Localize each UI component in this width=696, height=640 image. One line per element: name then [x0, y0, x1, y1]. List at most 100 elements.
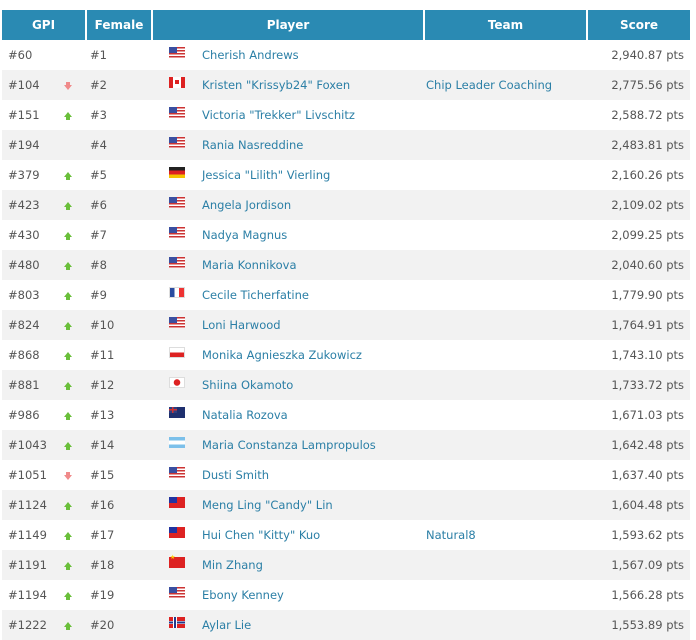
gpi-rank: #194 [2, 130, 64, 160]
player-link[interactable]: Monika Agnieszka Zukowicz [202, 340, 424, 370]
flag-ca-icon [169, 77, 185, 88]
trend-cell [64, 370, 86, 400]
gpi-rank: #1194 [8, 588, 47, 602]
flag-cell [152, 190, 202, 220]
player-link[interactable]: Kristen "Krissyb24" Foxen [202, 70, 424, 100]
trend-cell [64, 340, 86, 370]
flag-us-icon [169, 257, 185, 268]
team-link [424, 340, 587, 370]
player-link[interactable]: Jessica "Lilith" Vierling [202, 160, 424, 190]
trend-cell [64, 40, 86, 70]
header-female[interactable]: Female [85, 10, 152, 40]
table-row: #1149 #17 Hui Chen "Kitty" Kuo Natural8 1,59… [2, 520, 690, 550]
flag-cell [152, 550, 202, 580]
table-row: #881 #12 Shiina Okamoto 1,733.72 pts [2, 370, 690, 400]
gpi-rank: #379 [8, 168, 40, 182]
team-link [424, 250, 587, 280]
score: 1,733.72 pts [587, 370, 690, 400]
team-link [424, 550, 587, 580]
score: 2,040.60 pts [587, 250, 690, 280]
female-rank: #10 [86, 310, 152, 340]
team-link [424, 490, 587, 520]
header-gpi[interactable]: GPI [2, 10, 86, 40]
flag-de-icon [169, 167, 185, 178]
player-link[interactable]: Min Zhang [202, 550, 424, 580]
flag-cell [152, 580, 202, 610]
header-team[interactable]: Team [423, 10, 587, 40]
trend-up-icon [64, 112, 72, 120]
trend-cell [64, 490, 86, 520]
flag-cell [152, 130, 202, 160]
player-link[interactable]: Rania Nasreddine [202, 130, 424, 160]
trend-up-icon [64, 562, 72, 570]
team-link[interactable]: Chip Leader Coaching [424, 70, 587, 100]
player-link[interactable]: Loni Harwood [202, 310, 424, 340]
header-player[interactable]: Player [151, 10, 424, 40]
trend-cell [64, 100, 86, 130]
flag-cell [152, 520, 202, 550]
team-link [424, 40, 587, 70]
table-row: #60 #1 Cherish Andrews 2,940.87 pts [2, 40, 690, 70]
trend-up-icon [64, 172, 72, 180]
team-link [424, 610, 587, 640]
table-row: #1194 #19 Ebony Kenney 1,566.28 pts [2, 580, 690, 610]
player-link[interactable]: Maria Constanza Lampropulos [202, 430, 424, 460]
player-link[interactable]: Nadya Magnus [202, 220, 424, 250]
team-link [424, 280, 587, 310]
team-link [424, 130, 587, 160]
score: 2,775.56 pts [587, 70, 690, 100]
trend-cell [64, 310, 86, 340]
player-link[interactable]: Shiina Okamoto [202, 370, 424, 400]
flag-cell [152, 340, 202, 370]
gpi-rank: #480 [2, 250, 64, 280]
trend-cell [64, 130, 86, 160]
trend-up-icon [64, 502, 72, 510]
trend-up-icon [64, 382, 72, 390]
flag-ar-icon [169, 437, 185, 448]
team-link [424, 160, 587, 190]
trend-up-icon [64, 292, 72, 300]
table-row: #194 #4 Rania Nasreddine 2,483.81 pts [2, 130, 690, 160]
score: 1,637.40 pts [611, 468, 684, 482]
female-rank: #12 [86, 370, 152, 400]
score: 1,743.10 pts [611, 348, 684, 362]
team-link [424, 370, 587, 400]
player-link[interactable]: Natalia Rozova [202, 400, 424, 430]
player-link[interactable]: Hui Chen "Kitty" Kuo [202, 520, 424, 550]
player-link[interactable]: Maria Konnikova [202, 250, 424, 280]
gpi-rank: #1124 [2, 490, 64, 520]
team-link [424, 190, 587, 220]
table-row: #1191 #18 Min Zhang 1,567.09 pts [2, 550, 690, 580]
player-link[interactable]: Cherish Andrews [202, 40, 424, 70]
trend-cell [64, 580, 86, 610]
table-row: #803 #9 Cecile Ticherfatine 1,779.90 pts [2, 280, 690, 310]
player-link[interactable]: Meng Ling "Candy" Lin [202, 490, 424, 520]
gpi-rank: #868 [8, 348, 40, 362]
header-score[interactable]: Score [586, 10, 690, 40]
gpi-rank: #430 [8, 228, 40, 242]
flag-us-icon [169, 197, 185, 208]
team-link[interactable]: Natural8 [424, 520, 587, 550]
team-link [424, 460, 587, 490]
table-row: #423 #6 Angela Jordison 2,109.02 pts [2, 190, 690, 220]
flag-us-icon [169, 317, 185, 328]
flag-cell [152, 100, 202, 130]
player-link[interactable]: Cecile Ticherfatine [202, 280, 424, 310]
female-rank: #14 [86, 430, 152, 460]
trend-cell [64, 280, 86, 310]
player-link[interactable]: Aylar Lie [202, 610, 424, 640]
player-link[interactable]: Ebony Kenney [202, 580, 424, 610]
trend-cell [64, 190, 86, 220]
table-row: #430 #7 Nadya Magnus 2,099.25 pts [2, 220, 690, 250]
score: 1,779.90 pts [611, 288, 684, 302]
gpi-rank: #824 [2, 310, 64, 340]
trend-up-icon [64, 532, 72, 540]
player-link[interactable]: Angela Jordison [202, 190, 424, 220]
player-link[interactable]: Victoria "Trekker" Livschitz [202, 100, 424, 130]
flag-cell [152, 310, 202, 340]
trend-down-icon [64, 472, 72, 480]
score: 1,567.09 pts [587, 550, 690, 580]
table-row: #480 #8 Maria Konnikova 2,040.60 pts [2, 250, 690, 280]
player-link[interactable]: Dusti Smith [202, 460, 424, 490]
team-link [424, 100, 587, 130]
